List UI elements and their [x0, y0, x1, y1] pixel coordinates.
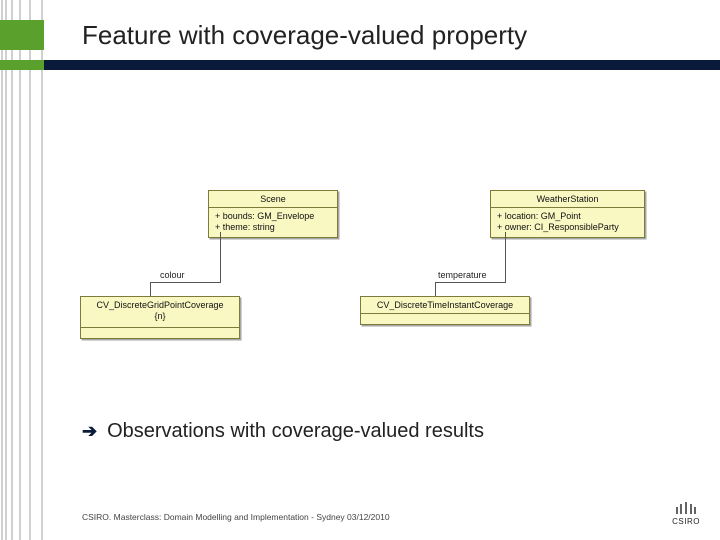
title-accent-block	[0, 20, 44, 50]
uml-diagram: Scene + bounds: GM_Envelope + theme: str…	[60, 100, 680, 370]
uml-association-label: temperature	[438, 270, 487, 280]
uml-class-name: CV_DiscreteTimeInstantCoverage	[361, 297, 529, 314]
uml-association-label: colour	[160, 270, 185, 280]
uml-connector	[220, 232, 221, 282]
bullet-text: Observations with coverage-valued result…	[107, 420, 484, 443]
uml-class-scene: Scene + bounds: GM_Envelope + theme: str…	[208, 190, 338, 238]
uml-attr: + bounds: GM_Envelope	[215, 211, 331, 222]
titlebar: Feature with coverage-valued property	[0, 20, 720, 72]
uml-connector	[435, 282, 436, 296]
bullet: ➔ Observations with coverage-valued resu…	[82, 420, 484, 443]
uml-class-name: WeatherStation	[491, 191, 644, 208]
csiro-logo-icon	[673, 502, 699, 516]
uml-class-name: CV_DiscreteGridPointCoverage	[87, 300, 233, 310]
title-rule-accent	[0, 60, 44, 70]
uml-connector	[435, 282, 506, 283]
uml-connector	[505, 232, 506, 282]
uml-class-name: Scene	[209, 191, 337, 208]
title-rule	[0, 60, 720, 70]
uml-attr: + owner: CI_ResponsibleParty	[497, 222, 638, 233]
uml-attr: + location: GM_Point	[497, 211, 638, 222]
uml-class-constraint: {n}	[87, 310, 233, 324]
footer-text: CSIRO. Masterclass: Domain Modelling and…	[82, 512, 390, 522]
uml-connector	[150, 282, 151, 296]
brand-name: CSIRO	[672, 517, 700, 526]
uml-class-gridcoverage: CV_DiscreteGridPointCoverage {n}	[80, 296, 240, 339]
arrow-icon: ➔	[82, 421, 97, 442]
brand-logo: CSIRO	[672, 502, 700, 526]
uml-class-weatherstation: WeatherStation + location: GM_Point + ow…	[490, 190, 645, 238]
left-rules	[0, 0, 48, 540]
uml-attr: + theme: string	[215, 222, 331, 233]
uml-class-timecoverage: CV_DiscreteTimeInstantCoverage	[360, 296, 530, 325]
page-title: Feature with coverage-valued property	[82, 20, 527, 51]
uml-connector	[150, 282, 221, 283]
